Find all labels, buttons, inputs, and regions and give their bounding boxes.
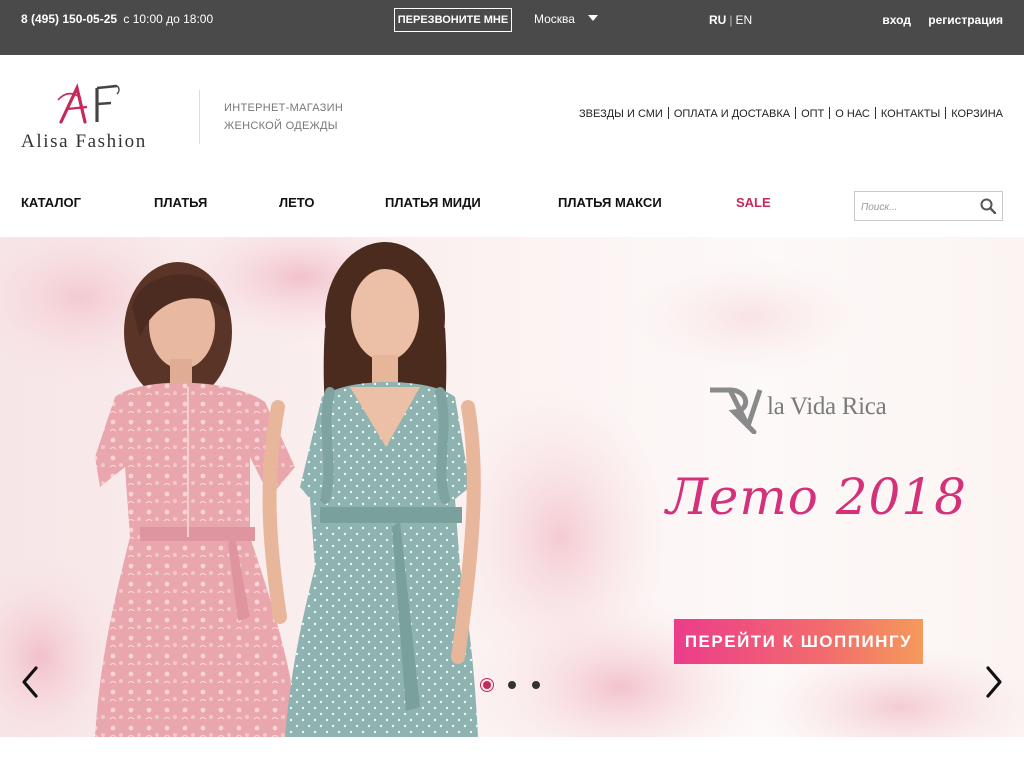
nav-item-maxi-dresses[interactable]: ПЛАТЬЯ МАКСИ: [558, 195, 662, 210]
link-separator: [667, 107, 669, 119]
slide-dot-3[interactable]: [532, 681, 540, 689]
search-box: [854, 191, 1003, 221]
header-link-wholesale[interactable]: ОПТ: [801, 108, 824, 120]
nav-item-catalog[interactable]: КАТАЛОГ: [21, 195, 81, 210]
nav-item-sale[interactable]: SALE: [736, 195, 771, 210]
brand-name: la Vida Rica: [767, 393, 887, 420]
content-area: [0, 737, 1024, 768]
lang-ru[interactable]: RU: [709, 13, 726, 27]
login-link[interactable]: вход: [882, 13, 911, 27]
tagline-line-2: ЖЕНСКОЙ ОДЕЖДЫ: [224, 120, 338, 132]
logo-text: Alisa Fashion: [21, 131, 147, 152]
top-bar: 8 (495) 150-05-25 с 10:00 до 18:00 ПЕРЕЗ…: [0, 0, 1024, 55]
header-divider: [199, 90, 200, 144]
header-link-payment-delivery[interactable]: ОПЛАТА И ДОСТАВКА: [674, 108, 790, 120]
link-separator: [945, 107, 947, 119]
site-logo[interactable]: Alisa Fashion: [21, 82, 181, 154]
brand-logo-icon: [710, 387, 763, 434]
city-label: Москва: [534, 12, 575, 26]
chevron-left-icon[interactable]: [20, 665, 40, 699]
logo-monogram-icon: [57, 83, 120, 124]
link-separator: [874, 107, 876, 119]
link-separator: [795, 107, 797, 119]
link-separator: [829, 107, 831, 119]
lang-en[interactable]: EN: [735, 13, 752, 27]
header-link-stars-media[interactable]: ЗВЕЗДЫ И СМИ: [579, 108, 663, 120]
slide-dot-2[interactable]: [508, 681, 516, 689]
tagline-line-1: ИНТЕРНЕТ-МАГАЗИН: [224, 102, 344, 114]
contact-phone: 8 (495) 150-05-25 с 10:00 до 18:00: [21, 12, 213, 26]
hero-slider: la Vida Rica Лето 2018 ПЕРЕЙТИ К ШОППИНГ…: [0, 237, 1024, 737]
language-switcher: RU | EN: [709, 13, 752, 27]
search-icon[interactable]: [980, 198, 996, 214]
chevron-right-icon[interactable]: [984, 665, 1004, 699]
working-hours: с 10:00 до 18:00: [123, 12, 214, 26]
header-link-cart[interactable]: КОРЗИНА: [951, 108, 1003, 120]
phone-number[interactable]: 8 (495) 150-05-25: [21, 12, 117, 26]
hero-slogan: Лето 2018: [666, 468, 967, 526]
search-input[interactable]: [859, 197, 981, 217]
nav-item-summer[interactable]: ЛЕТО: [279, 195, 315, 210]
register-link[interactable]: регистрация: [928, 13, 1003, 27]
header-link-about[interactable]: О НАС: [835, 108, 870, 120]
store-tagline: ИНТЕРНЕТ-МАГАЗИН ЖЕНСКОЙ ОДЕЖДЫ: [224, 99, 343, 135]
caret-down-icon: [588, 15, 598, 21]
lang-separator: |: [729, 13, 733, 27]
slide-dot-1[interactable]: [483, 681, 491, 689]
callback-button[interactable]: ПЕРЕЗВОНИТЕ МНЕ: [394, 8, 512, 32]
nav-item-midi-dresses[interactable]: ПЛАТЬЯ МИДИ: [385, 195, 481, 210]
auth-links: вход регистрация: [868, 13, 1003, 27]
header-links: ЗВЕЗДЫ И СМИ ОПЛАТА И ДОСТАВКА ОПТ О НАС КОН…: [579, 107, 1003, 120]
city-selector[interactable]: Москва: [534, 12, 598, 26]
shop-now-button[interactable]: ПЕРЕЙТИ К ШОППИНГУ: [674, 619, 923, 664]
header-link-contacts[interactable]: КОНТАКТЫ: [881, 108, 940, 120]
nav-item-dresses[interactable]: ПЛАТЬЯ: [154, 195, 207, 210]
